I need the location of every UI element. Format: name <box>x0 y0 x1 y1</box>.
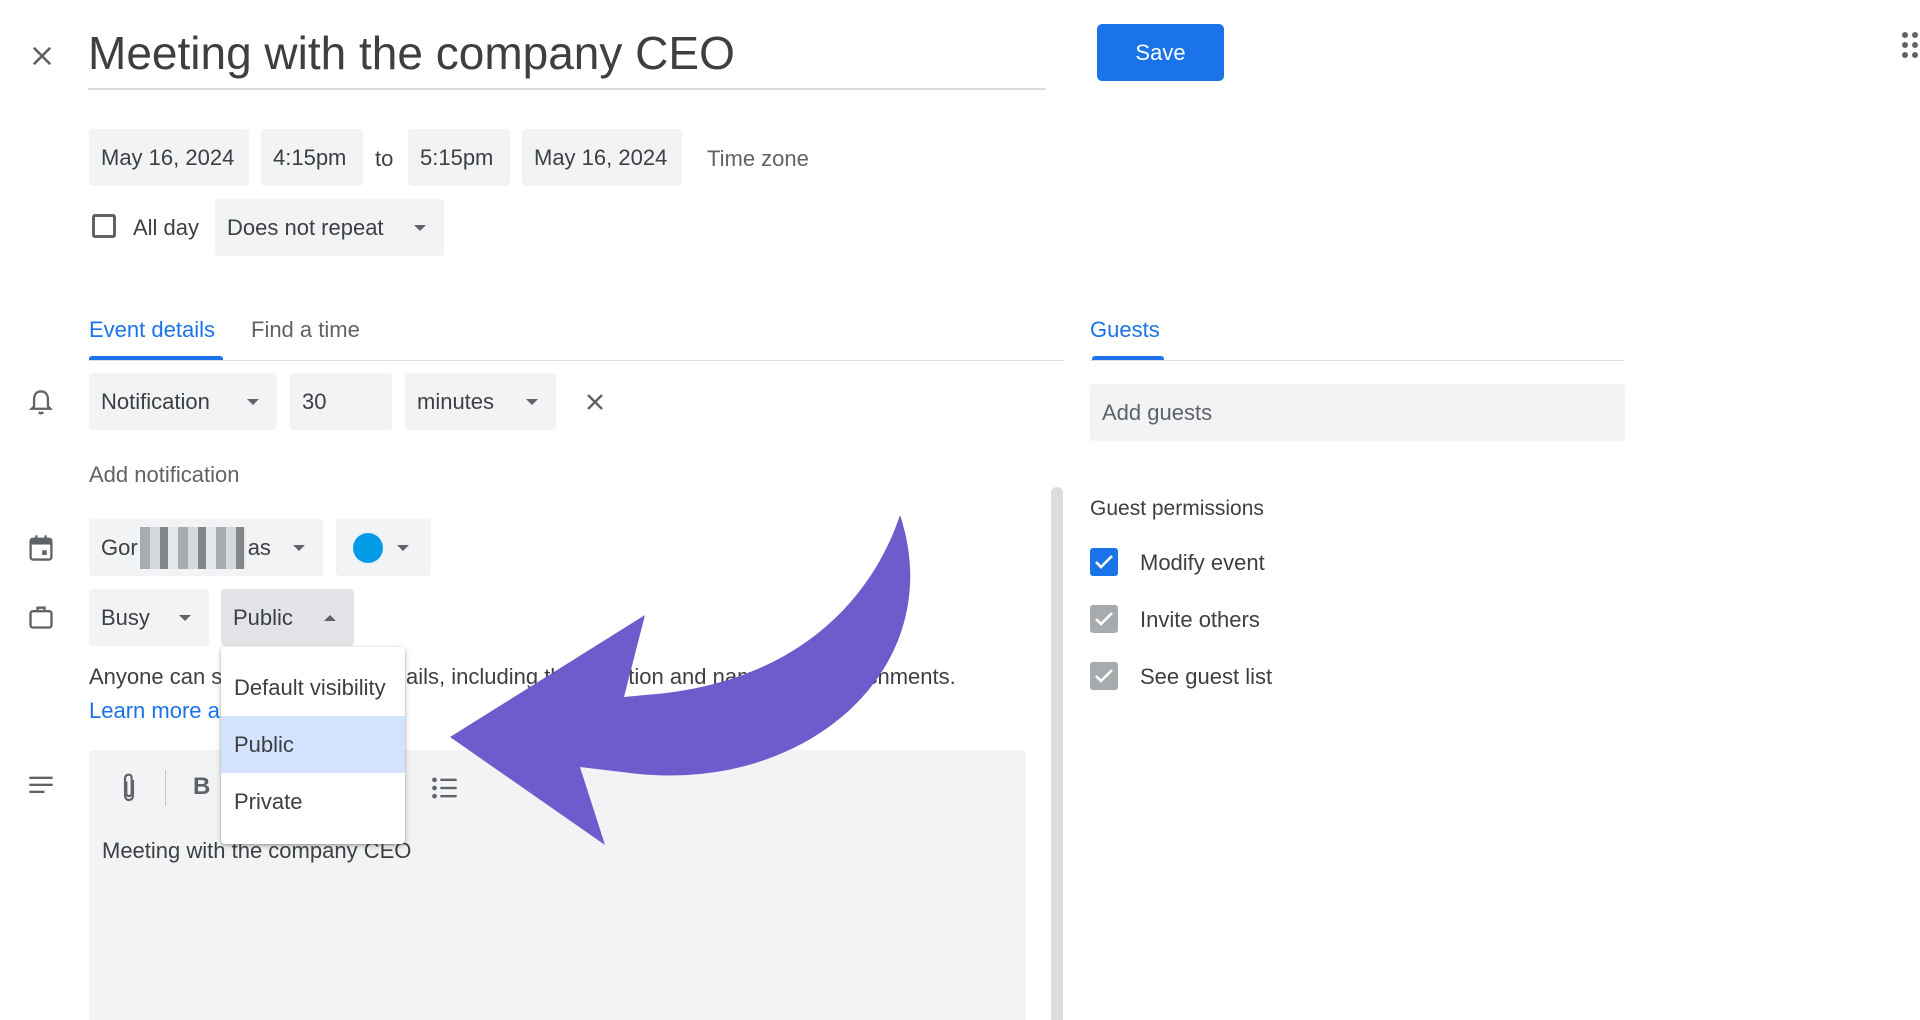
menu-item-label: Public <box>234 731 294 757</box>
toolbar-divider <box>165 770 166 806</box>
save-button[interactable]: Save <box>1097 24 1224 81</box>
notification-unit-label: minutes <box>417 388 495 414</box>
calendar-name-start: Gor <box>101 534 138 560</box>
notification-type-dropdown[interactable]: Notification <box>89 373 277 430</box>
busy-dropdown[interactable]: Busy <box>89 589 209 646</box>
see-guest-list-label: See guest list <box>1140 664 1273 689</box>
visibility-menu: Default visibility Public Private <box>221 647 405 844</box>
calendar-name-end: as <box>247 534 271 560</box>
calendar-icon <box>27 533 55 563</box>
menu-item-label: Private <box>234 788 303 814</box>
remove-notification-icon[interactable] <box>583 390 607 414</box>
add-guests-placeholder: Add guests <box>1102 399 1213 425</box>
tab-find-time[interactable]: Find a time <box>251 317 360 343</box>
menu-item-default-visibility[interactable]: Default visibility <box>221 659 405 716</box>
to-label: to <box>375 146 394 171</box>
chevron-down-icon <box>293 544 305 551</box>
notification-amount-value: 30 <box>302 388 327 414</box>
modify-event-label: Modify event <box>1140 550 1265 575</box>
visibility-info-part1: Anyone can s <box>89 664 223 689</box>
title-underline <box>88 88 1046 90</box>
apps-grid-icon[interactable] <box>1900 30 1920 65</box>
see-guest-list-checkbox[interactable] <box>1090 662 1118 690</box>
bell-icon <box>27 388 55 418</box>
calendar-color-dropdown[interactable] <box>336 519 431 576</box>
repeat-dropdown[interactable]: Does not repeat <box>215 199 444 256</box>
allday-checkbox[interactable] <box>92 214 116 238</box>
modify-event-checkbox[interactable] <box>1090 548 1118 576</box>
bold-button[interactable]: B <box>193 773 210 801</box>
invite-others-label: Invite others <box>1140 607 1260 632</box>
calendar-select-dropdown[interactable]: Gor as <box>89 519 323 576</box>
visibility-label: Public <box>233 604 293 630</box>
scrollbar[interactable] <box>1051 487 1063 1020</box>
chevron-down-icon <box>247 398 259 405</box>
attachment-icon[interactable] <box>118 772 140 804</box>
guest-permissions-title: Guest permissions <box>1090 497 1264 520</box>
close-icon[interactable] <box>28 42 56 70</box>
chevron-down-icon <box>397 544 409 551</box>
end-time-label: 5:15pm <box>420 144 494 170</box>
guests-tabs-divider <box>1090 360 1624 361</box>
busy-label: Busy <box>101 604 150 630</box>
description-icon <box>27 774 55 798</box>
allday-label: All day <box>133 215 200 240</box>
end-date-label: May 16, 2024 <box>534 144 668 170</box>
chevron-down-icon <box>414 224 426 231</box>
start-date-label: May 16, 2024 <box>101 144 235 170</box>
repeat-label: Does not repeat <box>227 214 384 240</box>
start-time-label: 4:15pm <box>273 144 347 170</box>
chevron-down-icon <box>526 398 538 405</box>
chevron-up-icon <box>324 614 336 621</box>
menu-item-public[interactable]: Public <box>221 716 405 773</box>
invite-others-checkbox[interactable] <box>1090 605 1118 633</box>
notification-amount-input[interactable]: 30 <box>290 373 392 430</box>
annotation-arrow <box>430 505 920 880</box>
visibility-dropdown[interactable]: Public <box>221 589 354 646</box>
event-title-input[interactable]: Meeting with the company CEO <box>88 26 735 80</box>
save-button-label: Save <box>1135 39 1186 65</box>
add-guests-input[interactable]: Add guests <box>1090 384 1625 441</box>
start-time-field[interactable]: 4:15pm <box>261 129 363 186</box>
timezone-link[interactable]: Time zone <box>707 146 809 172</box>
end-date-field[interactable]: May 16, 2024 <box>522 129 682 186</box>
color-swatch <box>353 532 383 563</box>
notification-type-label: Notification <box>101 388 210 414</box>
learn-more-link[interactable]: Learn more a <box>89 698 220 724</box>
menu-item-private[interactable]: Private <box>221 773 405 830</box>
chevron-down-icon <box>179 614 191 621</box>
tab-guests[interactable]: Guests <box>1090 317 1160 343</box>
tab-event-details[interactable]: Event details <box>89 317 215 343</box>
tabs-divider <box>89 360 1064 361</box>
redacted-pixelation <box>139 526 246 569</box>
end-time-field[interactable]: 5:15pm <box>408 129 510 186</box>
notification-unit-dropdown[interactable]: minutes <box>405 373 556 430</box>
start-date-field[interactable]: May 16, 2024 <box>89 129 249 186</box>
menu-item-label: Default visibility <box>234 674 386 700</box>
briefcase-icon <box>27 603 55 631</box>
add-notification-link[interactable]: Add notification <box>89 462 239 488</box>
